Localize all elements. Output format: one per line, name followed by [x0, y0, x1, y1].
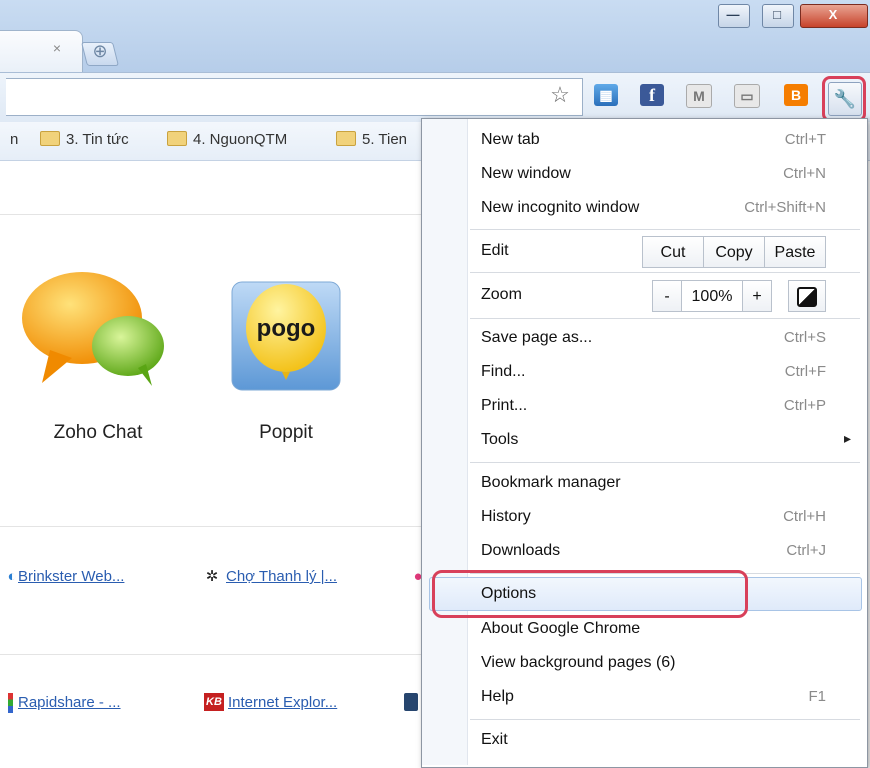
wrench-highlight-annotation: [822, 76, 866, 122]
pogo-logo-text: pogo: [257, 315, 316, 342]
fullscreen-button[interactable]: [788, 280, 826, 312]
menu-item-downloads[interactable]: Downloads: [481, 542, 560, 560]
cut-button[interactable]: Cut: [642, 236, 704, 268]
zoom-level: 100%: [681, 280, 743, 312]
shortcut-label: Ctrl+J: [786, 542, 826, 559]
leaf-favicon-icon: ✲: [205, 568, 219, 585]
menu-item-new-window[interactable]: New window: [481, 165, 571, 183]
zoom-out-button[interactable]: -: [652, 280, 682, 312]
bookmark-folder-tien[interactable]: 5. Tien: [336, 129, 407, 151]
kb-favicon-icon: KB: [204, 693, 224, 711]
rapidshare-favicon-icon: [8, 693, 13, 713]
fullscreen-icon: [797, 286, 817, 307]
shortcut-label: Ctrl+N: [783, 165, 826, 182]
menu-separator: [470, 318, 860, 319]
most-visited-link[interactable]: Rapidshare - ...: [18, 694, 121, 711]
zoho-chat-app-icon[interactable]: [20, 268, 165, 393]
tab-close-icon[interactable]: ×: [50, 41, 64, 55]
most-visited-link[interactable]: Brinkster Web...: [18, 568, 124, 585]
divider: [0, 526, 430, 527]
folder-icon: [336, 131, 356, 147]
app-label[interactable]: Poppit: [216, 422, 356, 444]
bookmark-partial[interactable]: n: [10, 129, 18, 151]
maximize-icon: □: [773, 7, 781, 22]
menu-item-history[interactable]: History: [481, 508, 531, 526]
omnibox[interactable]: [6, 78, 583, 116]
shortcut-label: Ctrl+H: [783, 508, 826, 525]
menu-item-tools[interactable]: Tools: [481, 431, 518, 449]
bookmark-folder-tin-tuc[interactable]: 3. Tin tức: [40, 129, 129, 151]
app-label[interactable]: Zoho Chat: [28, 422, 168, 444]
close-icon: X: [828, 7, 838, 22]
menu-item-edit: Edit: [481, 242, 509, 259]
shortcut-label: Ctrl+P: [783, 397, 826, 414]
folder-icon: [40, 131, 60, 147]
shortcut-label: Ctrl+S: [783, 329, 826, 346]
menu-item-bookmark-manager[interactable]: Bookmark manager: [481, 474, 621, 492]
divider: [0, 214, 430, 215]
shortcut-label: Ctrl+F: [784, 363, 826, 380]
submenu-arrow-icon: ▸: [844, 430, 852, 446]
new-tab-icon[interactable]: ⊕: [92, 40, 108, 61]
menu-item-exit[interactable]: Exit: [481, 731, 508, 749]
menu-separator: [470, 719, 860, 720]
blogger-icon[interactable]: B: [784, 84, 808, 106]
bookmark-label: 5. Tien: [362, 131, 408, 148]
menu-item-zoom: Zoom: [481, 286, 522, 303]
bookmark-folder-nguonqtm[interactable]: 4. NguonQTM: [167, 129, 287, 151]
menu-item-new-tab[interactable]: New tab: [481, 131, 540, 149]
shortcut-label: Ctrl+T: [784, 131, 826, 148]
partial-favicon-icon: [404, 693, 418, 711]
menu-item-help[interactable]: Help: [481, 688, 514, 706]
bookmark-label: 4. NguonQTM: [193, 131, 288, 148]
zoom-in-button[interactable]: +: [742, 280, 772, 312]
divider: [0, 654, 430, 655]
paste-button[interactable]: Paste: [764, 236, 826, 268]
menu-separator: [470, 229, 860, 230]
gmail-checker-icon[interactable]: M: [686, 84, 712, 108]
options-highlight-annotation: [432, 570, 748, 618]
menu-item-view-background-pages[interactable]: View background pages (6): [481, 654, 676, 672]
menu-separator: [470, 462, 860, 463]
bookmark-star-icon[interactable]: ☆: [548, 83, 572, 107]
menu-item-find[interactable]: Find...: [481, 363, 525, 381]
menu-item-print[interactable]: Print...: [481, 397, 527, 415]
shortcut-label: Ctrl+Shift+N: [744, 199, 826, 216]
most-visited-link[interactable]: Internet Explor...: [228, 694, 337, 711]
menu-item-save-page-as[interactable]: Save page as...: [481, 329, 592, 347]
menu-item-about-google-chrome[interactable]: About Google Chrome: [481, 620, 640, 638]
facebook-icon[interactable]: f: [640, 84, 664, 106]
chat-checker-icon[interactable]: ▭: [734, 84, 760, 108]
folder-icon: [167, 131, 187, 147]
calendar-icon[interactable]: ▦: [594, 84, 618, 106]
copy-button[interactable]: Copy: [703, 236, 765, 268]
menu-separator: [470, 272, 860, 273]
poppit-app-icon[interactable]: pogo: [230, 280, 342, 392]
minimize-icon: —: [726, 7, 740, 22]
shortcut-label: F1: [808, 688, 826, 705]
menu-gutter: [422, 119, 468, 765]
menu-item-new-incognito-window[interactable]: New incognito window: [481, 199, 639, 217]
bookmark-label: 3. Tin tức: [66, 131, 129, 148]
browser-tab[interactable]: [0, 30, 83, 73]
most-visited-link[interactable]: Chợ Thanh lý |...: [226, 568, 337, 585]
